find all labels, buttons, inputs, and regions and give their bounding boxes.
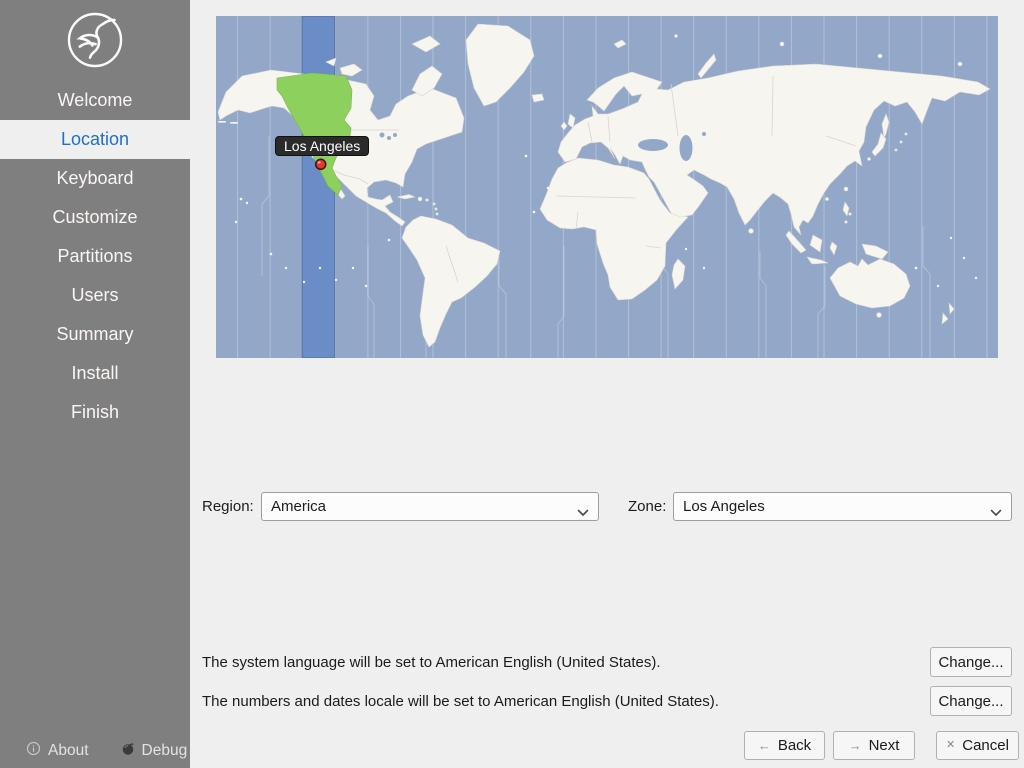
lubuntu-hummingbird-logo-icon — [63, 8, 127, 72]
sidebar-item-label: Finish — [71, 402, 119, 422]
debug-label: Debug — [142, 742, 188, 760]
cancel-button-label: Cancel — [962, 737, 1009, 754]
sidebar-item-location[interactable]: Location — [0, 120, 190, 159]
chevron-down-icon — [577, 504, 589, 521]
installer-steps-nav: Welcome Location Keyboard Customize Part… — [0, 81, 190, 432]
change-language-button[interactable]: Change... — [930, 647, 1012, 677]
timezone-map[interactable]: Los Angeles — [216, 16, 998, 358]
back-button[interactable]: ← Back — [744, 731, 825, 760]
sidebar-item-label: Users — [71, 285, 118, 305]
sidebar: Welcome Location Keyboard Customize Part… — [0, 0, 190, 768]
debug-icon — [121, 742, 135, 761]
cancel-x-icon: ✕ — [946, 740, 955, 751]
installer-window: Welcome Location Keyboard Customize Part… — [0, 0, 1024, 768]
sidebar-item-label: Customize — [52, 207, 137, 227]
next-button-label: Next — [869, 737, 900, 754]
region-select[interactable]: America — [261, 492, 599, 521]
chevron-down-icon — [990, 504, 1002, 521]
region-value: America — [271, 498, 326, 515]
zone-select[interactable]: Los Angeles — [673, 492, 1012, 521]
next-button[interactable]: → Next — [833, 731, 915, 760]
numbers-locale-text: The numbers and dates locale will be set… — [202, 693, 719, 710]
city-marker — [316, 159, 326, 169]
sidebar-item-label: Location — [61, 129, 129, 149]
sidebar-item-welcome[interactable]: Welcome — [0, 81, 190, 120]
sidebar-item-summary[interactable]: Summary — [0, 315, 190, 354]
about-label: About — [48, 742, 89, 760]
sidebar-footer: About Debug — [26, 741, 187, 761]
sidebar-item-partitions[interactable]: Partitions — [0, 237, 190, 276]
sidebar-item-label: Keyboard — [56, 168, 133, 188]
change-locale-button[interactable]: Change... — [930, 686, 1012, 716]
cancel-button[interactable]: ✕ Cancel — [936, 731, 1019, 760]
sidebar-item-keyboard[interactable]: Keyboard — [0, 159, 190, 198]
sidebar-item-install[interactable]: Install — [0, 354, 190, 393]
city-tooltip: Los Angeles — [275, 136, 369, 156]
back-arrow-icon: ← — [758, 739, 771, 752]
sidebar-item-finish[interactable]: Finish — [0, 393, 190, 432]
sidebar-item-customize[interactable]: Customize — [0, 198, 190, 237]
about-button[interactable]: About — [26, 741, 89, 761]
info-icon — [26, 741, 41, 761]
sidebar-item-label: Install — [71, 363, 118, 383]
sidebar-item-label: Welcome — [58, 90, 133, 110]
back-button-label: Back — [778, 737, 811, 754]
region-label: Region: — [202, 492, 254, 521]
system-language-text: The system language will be set to Ameri… — [202, 654, 661, 671]
sidebar-item-label: Summary — [56, 324, 133, 344]
sidebar-item-label: Partitions — [57, 246, 132, 266]
change-button-label: Change... — [938, 654, 1003, 671]
sidebar-item-users[interactable]: Users — [0, 276, 190, 315]
next-arrow-icon: → — [849, 739, 862, 752]
zone-label: Zone: — [628, 492, 666, 521]
zone-value: Los Angeles — [683, 498, 765, 515]
change-button-label: Change... — [938, 693, 1003, 710]
debug-button[interactable]: Debug — [121, 742, 188, 761]
